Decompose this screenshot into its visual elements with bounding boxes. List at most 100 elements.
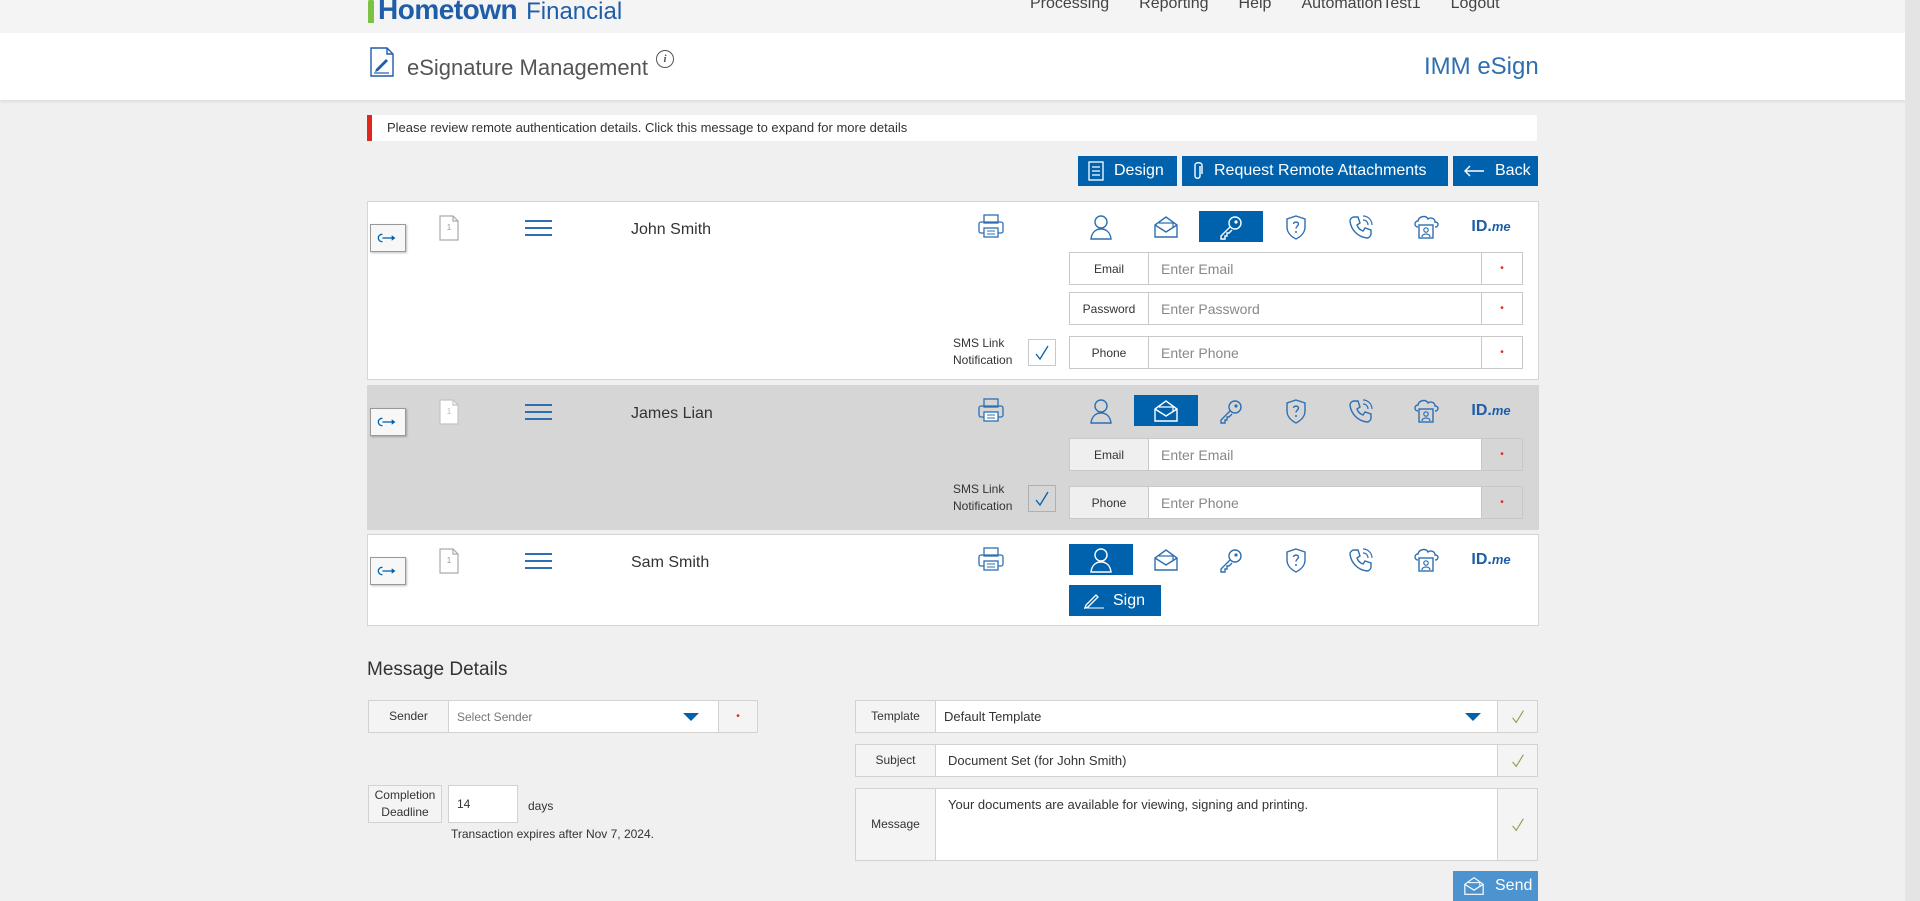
template-label: Template <box>855 700 936 733</box>
signer-row-james-lian: 1 James Lian ID.me Email Enter Email • P… <box>367 385 1539 530</box>
auth-cloud-id-icon[interactable] <box>1394 395 1458 426</box>
auth-idme-icon[interactable]: ID.me <box>1459 395 1523 426</box>
auth-email-icon[interactable] <box>1134 395 1198 426</box>
route-arrow-icon <box>376 231 400 245</box>
design-button[interactable]: Design <box>1078 156 1177 186</box>
printer-icon[interactable] <box>977 545 1005 573</box>
pen-icon <box>1083 593 1104 609</box>
subject-label: Subject <box>855 744 936 777</box>
auth-kba-shield-icon[interactable] <box>1264 211 1328 242</box>
sign-button-label: Sign <box>1113 591 1146 609</box>
page-title: eSignature Management <box>407 55 648 80</box>
signer-row-john-smith: 1 John Smith ID.me Email Enter Email • P… <box>367 201 1539 380</box>
printer-icon[interactable] <box>977 396 1005 424</box>
template-select[interactable]: Default Template <box>935 700 1498 733</box>
nav-reporting[interactable]: Reporting <box>1139 0 1208 13</box>
auth-cloud-id-icon[interactable] <box>1394 544 1458 575</box>
auth-key-icon[interactable] <box>1199 544 1263 575</box>
template-dropdown-caret-icon[interactable] <box>1465 713 1481 721</box>
auth-method-selector: ID.me <box>1069 211 1524 242</box>
logo-name: Hometown <box>378 0 518 25</box>
auth-person-icon[interactable] <box>1069 211 1133 242</box>
route-signer-button[interactable] <box>370 408 406 436</box>
password-label: Password <box>1069 292 1149 325</box>
auth-idme-icon[interactable]: ID.me <box>1459 544 1523 575</box>
document-page-icon[interactable]: 1 <box>438 548 460 574</box>
back-button[interactable]: Back <box>1453 156 1538 186</box>
remote-auth-alert[interactable]: Please review remote authentication deta… <box>367 115 1537 141</box>
email-input[interactable]: Enter Email <box>1149 252 1481 285</box>
route-signer-button[interactable] <box>370 224 406 252</box>
sign-button[interactable]: Sign <box>1069 585 1161 616</box>
sms-notification-checkbox[interactable] <box>1028 339 1056 366</box>
nav-user-account[interactable]: AutomationTest1 <box>1301 0 1420 13</box>
deadline-days-input[interactable]: 14 <box>448 785 518 823</box>
route-signer-button[interactable] <box>370 557 406 585</box>
phone-field-row: Phone Enter Phone • <box>1069 336 1523 369</box>
auth-key-icon[interactable] <box>1199 395 1263 426</box>
document-page-icon[interactable]: 1 <box>438 215 460 241</box>
page-header: eSignature Management i IMM eSign <box>0 33 1905 100</box>
deadline-unit: days <box>528 799 554 813</box>
auth-kba-shield-icon[interactable] <box>1264 544 1328 575</box>
signer-row-sam-smith: 1 Sam Smith ID.me Sign <box>367 534 1539 626</box>
signer-name: James Lian <box>631 405 713 422</box>
back-button-label: Back <box>1495 162 1531 179</box>
signer-menu-icon[interactable] <box>525 404 552 424</box>
logo-mark-icon <box>368 0 374 23</box>
email-label: Email <box>1069 438 1149 471</box>
page-scrollbar[interactable] <box>1905 0 1920 901</box>
signer-name: John Smith <box>631 221 712 238</box>
auth-person-icon[interactable] <box>1069 544 1133 575</box>
checkmark-icon <box>1509 708 1527 726</box>
nav-help[interactable]: Help <box>1239 0 1272 13</box>
top-nav-bar: Hometown Financial Processing Reporting … <box>0 0 1905 33</box>
document-page-icon[interactable]: 1 <box>438 399 460 425</box>
send-envelope-icon <box>1463 876 1485 896</box>
auth-idme-icon[interactable]: ID.me <box>1459 211 1523 242</box>
password-input[interactable]: Enter Password <box>1149 292 1481 325</box>
printer-icon[interactable] <box>977 212 1005 240</box>
auth-phone-icon[interactable] <box>1329 395 1393 426</box>
auth-person-icon[interactable] <box>1069 395 1133 426</box>
checkmark-icon <box>1032 489 1052 509</box>
subject-input[interactable]: Document Set (for John Smith) <box>935 744 1498 777</box>
password-field-row: Password Enter Password • <box>1069 292 1523 325</box>
checkmark-icon <box>1032 343 1052 363</box>
message-textarea[interactable]: Your documents are available for viewing… <box>935 788 1498 861</box>
phone-input[interactable]: Enter Phone <box>1149 486 1481 519</box>
nav-logout[interactable]: Logout <box>1451 0 1500 13</box>
top-nav-menu: Processing Reporting Help AutomationTest… <box>1030 0 1530 13</box>
phone-label: Phone <box>1069 486 1149 519</box>
sender-select[interactable]: Select Sender <box>448 700 719 733</box>
sender-dropdown-caret-icon[interactable] <box>683 713 699 721</box>
sms-notification-checkbox[interactable] <box>1028 485 1056 512</box>
auth-key-icon[interactable] <box>1199 211 1263 242</box>
sender-label: Sender <box>368 700 449 733</box>
request-remote-attachments-button[interactable]: Request Remote Attachments <box>1182 156 1448 186</box>
checkmark-icon <box>1509 752 1527 770</box>
signer-menu-icon[interactable] <box>525 553 552 573</box>
auth-cloud-id-icon[interactable] <box>1394 211 1458 242</box>
email-input[interactable]: Enter Email <box>1149 438 1481 471</box>
info-icon[interactable]: i <box>656 50 674 68</box>
signer-menu-icon[interactable] <box>525 220 552 240</box>
nav-processing[interactable]: Processing <box>1030 0 1109 13</box>
sms-link-notification-label: SMS Link Notification <box>953 482 1013 513</box>
message-label: Message <box>855 788 936 861</box>
phone-label: Phone <box>1069 336 1149 369</box>
phone-input[interactable]: Enter Phone <box>1149 336 1481 369</box>
auth-phone-icon[interactable] <box>1329 544 1393 575</box>
app-name: IMM eSign <box>1424 53 1539 80</box>
auth-email-icon[interactable] <box>1134 544 1198 575</box>
company-logo[interactable]: Hometown Financial <box>368 0 622 26</box>
message-details-title: Message Details <box>367 659 508 680</box>
route-arrow-icon <box>376 415 400 429</box>
auth-email-icon[interactable] <box>1134 211 1198 242</box>
send-button[interactable]: Send <box>1453 871 1538 901</box>
auth-kba-shield-icon[interactable] <box>1264 395 1328 426</box>
paperclip-icon <box>1194 162 1203 179</box>
auth-phone-icon[interactable] <box>1329 211 1393 242</box>
template-valid-indicator <box>1497 700 1538 733</box>
sms-link-notification-label: SMS Link Notification <box>953 336 1013 367</box>
